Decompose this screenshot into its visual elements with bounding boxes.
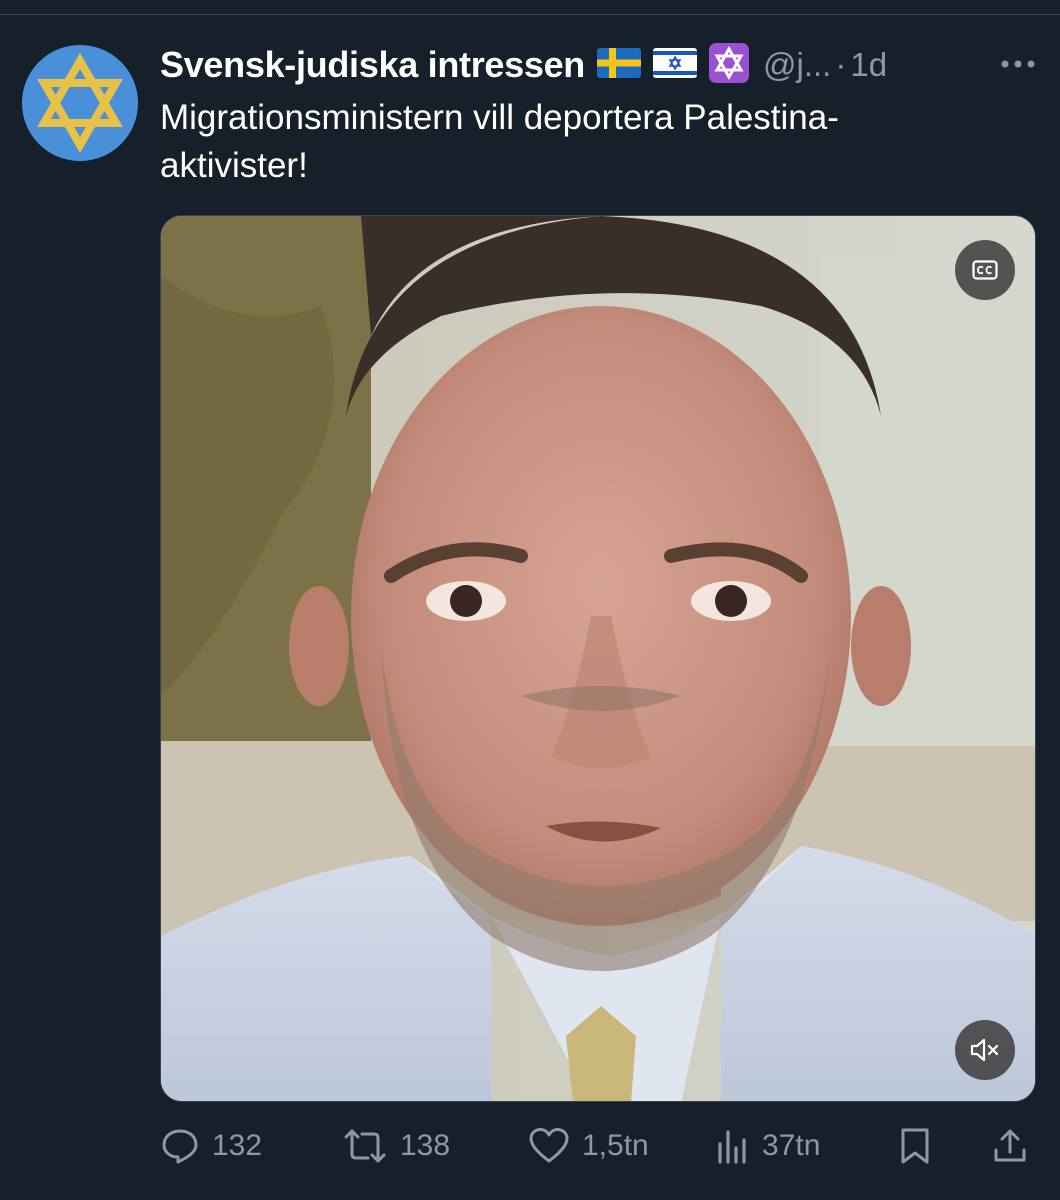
repost-icon [344, 1129, 386, 1163]
mute-button[interactable] [955, 1020, 1015, 1080]
tweet-text-line-2: aktivister! [160, 146, 308, 185]
bookmark-button[interactable] [898, 1120, 932, 1172]
star-of-david-icon [22, 45, 138, 161]
tweet-header: Svensk-judiska intressen @j... · 1d [160, 40, 960, 90]
volume-muted-icon [970, 1038, 999, 1062]
israel-flag-icon [653, 47, 697, 83]
action-bar: 132 138 1,5tn 37tn [160, 1120, 1040, 1172]
heart-icon [529, 1128, 569, 1163]
views-button[interactable]: 37tn [716, 1120, 820, 1172]
reply-icon [162, 1129, 198, 1164]
display-name[interactable]: Svensk-judiska intressen [160, 44, 585, 86]
more-icon [1001, 60, 1035, 68]
video-frame [161, 216, 1035, 1101]
top-divider [0, 14, 1060, 15]
repost-button[interactable]: 138 [342, 1120, 450, 1172]
share-button[interactable] [992, 1120, 1028, 1172]
avatar[interactable] [22, 45, 138, 161]
handle[interactable]: @j... [763, 46, 831, 84]
reply-button[interactable]: 132 [160, 1120, 262, 1172]
star-of-david-emoji-icon [709, 42, 749, 88]
timestamp[interactable]: 1d [850, 46, 887, 84]
separator-dot: · [835, 46, 847, 83]
views-count: 37tn [762, 1129, 821, 1162]
sweden-flag-icon [597, 47, 641, 83]
reply-count: 132 [212, 1129, 263, 1162]
video-player[interactable] [160, 215, 1036, 1102]
tweet-text: Migrationsministern vill deportera Pales… [160, 94, 1020, 190]
views-icon [718, 1130, 746, 1164]
tweet-text-line-1: Migrationsministern vill deportera Pales… [160, 98, 839, 137]
captions-button[interactable] [955, 240, 1015, 300]
closed-captions-icon [972, 260, 998, 280]
repost-count: 138 [400, 1129, 451, 1162]
share-icon [994, 1129, 1026, 1162]
more-button[interactable] [996, 50, 1040, 78]
like-count: 1,5tn [582, 1129, 649, 1162]
like-button[interactable]: 1,5tn [528, 1120, 649, 1172]
bookmark-icon [901, 1128, 929, 1164]
